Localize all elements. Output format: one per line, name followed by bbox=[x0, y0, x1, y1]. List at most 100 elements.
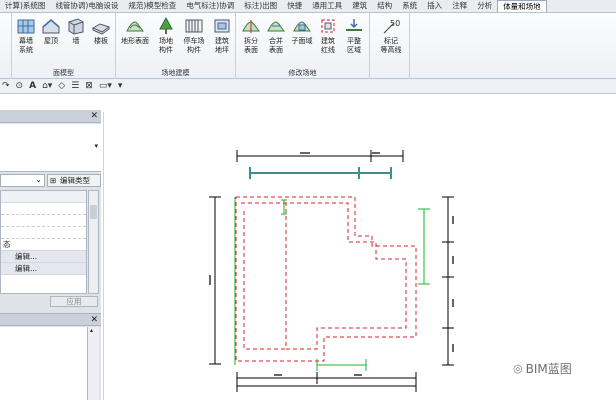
label-contours-icon: 50 bbox=[383, 19, 400, 34]
merge-surface-label-2: 表面 bbox=[269, 45, 283, 54]
site-component-icon bbox=[159, 17, 173, 34]
tab-2[interactable]: 规范)模型检查 bbox=[123, 0, 181, 12]
project-browser-header: ✕ bbox=[0, 313, 101, 326]
scroll-up-icon[interactable]: ▴ bbox=[90, 327, 93, 334]
ribbon-group-modify-site: 拆分 表面 合并 表面 子面域 建筑 红线 平整 区域 修改场地 bbox=[236, 13, 370, 79]
curtain-system-label: 幕墙 bbox=[19, 37, 33, 45]
redo-icon[interactable]: ↷ bbox=[2, 79, 10, 93]
section-icon[interactable]: ◇ bbox=[58, 79, 65, 93]
tab-3[interactable]: 电气标注)协调 bbox=[181, 0, 239, 12]
switch-windows-icon[interactable]: ▭▾ bbox=[99, 79, 112, 93]
tab-12[interactable]: 分析 bbox=[472, 0, 497, 12]
label-contours-button[interactable]: 50 标记 等高线 bbox=[376, 17, 406, 54]
property-line-label: 建筑 bbox=[321, 37, 335, 45]
close-hidden-icon[interactable]: ⊠ bbox=[85, 79, 93, 93]
toposurface-label: 地形表面 bbox=[121, 37, 149, 45]
edit-button-2-label: 编辑... bbox=[15, 264, 38, 273]
tab-9[interactable]: 系统 bbox=[397, 0, 422, 12]
wechat-icon: ◎ bbox=[513, 362, 523, 375]
tab-4[interactable]: 标注)出图 bbox=[239, 0, 282, 12]
wall-button[interactable]: 墙 bbox=[64, 17, 88, 46]
graded-region-label-2: 区域 bbox=[347, 45, 361, 54]
property-row bbox=[1, 191, 86, 203]
measure-icon[interactable]: ⊙ bbox=[16, 79, 24, 93]
building-pad-label-2: 地坪 bbox=[215, 45, 229, 54]
site-component-button[interactable]: 场地 构件 bbox=[154, 17, 178, 54]
ribbon-group-clipped bbox=[0, 13, 12, 79]
parking-component-icon bbox=[185, 19, 203, 33]
edit-type-button[interactable]: ⊞ 编辑类型 bbox=[47, 174, 101, 187]
svg-text:50: 50 bbox=[390, 19, 400, 28]
properties-header: ✕ bbox=[0, 110, 101, 123]
quick-access-bar: ↷ ⊙ A ⌂▾ ◇ ☰ ⊠ ▭▾ ▾ bbox=[0, 79, 616, 94]
instance-filter[interactable]: ⌄ bbox=[0, 174, 45, 187]
merge-surface-label: 合并 bbox=[269, 37, 283, 45]
graded-region-button[interactable]: 平整 区域 bbox=[342, 17, 366, 54]
properties-scrollbar[interactable] bbox=[88, 190, 99, 294]
tab-13[interactable]: 体量和场地 bbox=[497, 0, 547, 12]
tab-10[interactable]: 插入 bbox=[422, 0, 447, 12]
ribbon-group-face-model: 幕墙 系统 屋顶 墙 楼板 面模型 bbox=[12, 13, 116, 79]
drawing-canvas[interactable] bbox=[103, 112, 616, 400]
curtain-system-button[interactable]: 幕墙 系统 bbox=[14, 17, 38, 54]
ribbon-group-title-modify-site: 修改场地 bbox=[288, 69, 317, 77]
tab-1[interactable]: 线管协调)电脑设设 bbox=[50, 0, 123, 12]
type-dropdown-icon[interactable]: ▾ bbox=[94, 142, 98, 150]
label-contours-label-2: 等高线 bbox=[380, 45, 402, 54]
scrollbar-thumb[interactable] bbox=[90, 205, 97, 219]
ribbon-group-title-face-model: 面模型 bbox=[53, 69, 74, 77]
parking-component-button[interactable]: 停车场 构件 bbox=[180, 17, 208, 54]
floor-button[interactable]: 楼板 bbox=[89, 17, 113, 46]
watermark-text: BIM蓝图 bbox=[525, 362, 572, 376]
view-3d-icon[interactable]: ⌂▾ bbox=[42, 79, 52, 93]
thin-lines-icon[interactable]: ☰ bbox=[71, 79, 79, 93]
subregion-label: 子面域 bbox=[291, 37, 313, 45]
edit-button-1[interactable]: 编辑... bbox=[1, 251, 86, 263]
property-line-button[interactable]: 建筑 红线 bbox=[316, 17, 340, 54]
label-contours-label: 标记 bbox=[384, 37, 398, 45]
split-surface-button[interactable]: 拆分 表面 bbox=[239, 17, 263, 54]
split-surface-label-2: 表面 bbox=[244, 45, 258, 54]
ribbon-group-contours: 50 标记 等高线 bbox=[370, 13, 410, 79]
edit-button-2[interactable]: 编辑... bbox=[1, 263, 86, 275]
customize-qat-icon[interactable]: ▾ bbox=[118, 79, 123, 93]
tab-5[interactable]: 快捷 bbox=[282, 0, 307, 12]
roof-icon bbox=[42, 19, 60, 34]
property-row bbox=[1, 215, 86, 227]
site-component-label: 场地 bbox=[159, 37, 173, 45]
building-pad-button[interactable]: 建筑 地坪 bbox=[210, 17, 234, 54]
type-preview: ▾ bbox=[0, 124, 101, 172]
ribbon-group-title-site-modeling: 场地建模 bbox=[161, 69, 190, 77]
tab-0[interactable]: 计算)系统图 bbox=[0, 0, 50, 12]
project-browser-scrollbar[interactable]: ▴ bbox=[88, 327, 99, 400]
property-row: 态 bbox=[1, 239, 86, 251]
property-line-label-2: 红线 bbox=[321, 45, 335, 54]
tab-8[interactable]: 结构 bbox=[372, 0, 397, 12]
property-line-icon bbox=[321, 19, 335, 33]
subregion-button[interactable]: 子面域 bbox=[290, 17, 314, 46]
building-pad-label: 建筑 bbox=[215, 37, 229, 45]
merge-surface-button[interactable]: 合并 表面 bbox=[264, 17, 288, 54]
tab-11[interactable]: 注释 bbox=[447, 0, 472, 12]
properties-panel: ✕ ▾ ⌄ ⊞ 编辑类型 态 编辑... 编辑... 应用 ✕ ▴ bbox=[0, 110, 101, 400]
toposurface-button[interactable]: 地形表面 bbox=[120, 17, 150, 46]
close-icon[interactable]: ✕ bbox=[90, 314, 98, 326]
apply-label: 应用 bbox=[66, 297, 82, 306]
wall-label: 墙 bbox=[72, 37, 80, 45]
toposurface-icon bbox=[126, 21, 144, 32]
curtain-system-icon bbox=[17, 19, 35, 34]
ribbon-panel: 幕墙 系统 屋顶 墙 楼板 面模型 地形表面 场地 构件 停车场 构件 建筑 地… bbox=[0, 13, 616, 79]
edit-type-icon: ⊞ bbox=[50, 176, 57, 185]
tab-6[interactable]: 通用工具 bbox=[307, 0, 347, 12]
roof-button[interactable]: 屋顶 bbox=[39, 17, 63, 46]
edit-type-label: 编辑类型 bbox=[60, 176, 90, 185]
project-browser-tree[interactable] bbox=[0, 327, 88, 400]
apply-button[interactable]: 应用 bbox=[50, 296, 98, 307]
property-row bbox=[1, 203, 86, 215]
split-surface-label: 拆分 bbox=[244, 37, 258, 45]
close-icon[interactable]: ✕ bbox=[90, 110, 98, 122]
graded-region-icon bbox=[346, 19, 362, 31]
text-tool[interactable]: A bbox=[29, 79, 36, 93]
tab-7[interactable]: 建筑 bbox=[347, 0, 372, 12]
merge-surface-icon bbox=[267, 21, 285, 32]
